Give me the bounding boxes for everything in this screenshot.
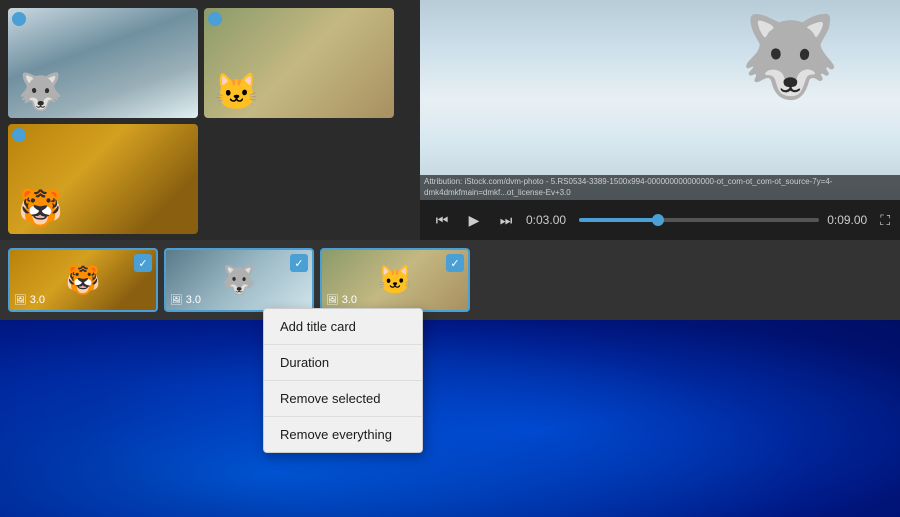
wallpaper-background bbox=[0, 297, 900, 517]
film-check-cats: ✓ bbox=[446, 254, 464, 272]
film-check-wolf: ✓ bbox=[290, 254, 308, 272]
video-controls-bar: ⏮ ▶ ⏭ 0:03.00 0:09.00 ⛶ bbox=[420, 200, 900, 240]
video-caption-text: Attribution: iStock.com/dvm-photo - 5.RS… bbox=[420, 175, 900, 200]
progress-fill bbox=[579, 218, 658, 222]
app-container: 🐺 Attribution: iStock.com/dvm-photo - 5.… bbox=[0, 0, 900, 320]
thumb-selected-mark bbox=[208, 12, 222, 26]
film-check-tigers: ✓ bbox=[134, 254, 152, 272]
film-item-tigers[interactable]: ✓ 🖼 3.0 bbox=[8, 248, 158, 312]
filmstrip-timeline: ✓ 🖼 3.0 ✓ 🖼 3.0 ✓ 🖼 3.0 bbox=[0, 240, 900, 320]
film-duration-cats: 🖼 3.0 bbox=[326, 294, 357, 306]
film-item-cats[interactable]: ✓ 🖼 3.0 bbox=[320, 248, 470, 312]
thumb-tigers[interactable] bbox=[8, 124, 198, 234]
video-preview-panel: 🐺 Attribution: iStock.com/dvm-photo - 5.… bbox=[420, 0, 900, 240]
progress-thumb bbox=[652, 214, 664, 226]
image-icon-tigers: 🖼 bbox=[14, 295, 27, 306]
time-total: 0:09.00 bbox=[827, 213, 872, 227]
step-forward-button[interactable]: ⏭ bbox=[494, 208, 518, 232]
video-preview-area: 🐺 Attribution: iStock.com/dvm-photo - 5.… bbox=[420, 0, 900, 200]
image-icon-cats: 🖼 bbox=[326, 295, 339, 306]
film-duration-tigers: 🖼 3.0 bbox=[14, 294, 45, 306]
play-button[interactable]: ▶ bbox=[462, 208, 486, 232]
thumb-wolf[interactable] bbox=[8, 8, 198, 118]
film-duration-wolf: 🖼 3.0 bbox=[170, 294, 201, 306]
thumb-selected-mark bbox=[12, 128, 26, 142]
thumb-selected-mark bbox=[12, 12, 26, 26]
context-menu-remove-selected[interactable]: Remove selected bbox=[264, 380, 422, 416]
progress-track[interactable] bbox=[579, 218, 819, 222]
thumb-snow-cats[interactable] bbox=[204, 8, 394, 118]
time-current: 0:03.00 bbox=[526, 213, 571, 227]
video-wolf-icon: 🐺 bbox=[740, 10, 840, 104]
thumbnail-grid bbox=[0, 0, 410, 240]
context-menu-add-title-card[interactable]: Add title card bbox=[264, 309, 422, 344]
rewind-button[interactable]: ⏮ bbox=[430, 208, 454, 232]
context-menu-duration[interactable]: Duration bbox=[264, 344, 422, 380]
context-menu-remove-everything[interactable]: Remove everything bbox=[264, 416, 422, 452]
image-icon-wolf: 🖼 bbox=[170, 295, 183, 306]
film-item-wolf[interactable]: ✓ 🖼 3.0 bbox=[164, 248, 314, 312]
context-menu: Add title card Duration Remove selected … bbox=[263, 308, 423, 453]
fullscreen-button[interactable]: ⛶ bbox=[880, 212, 890, 229]
